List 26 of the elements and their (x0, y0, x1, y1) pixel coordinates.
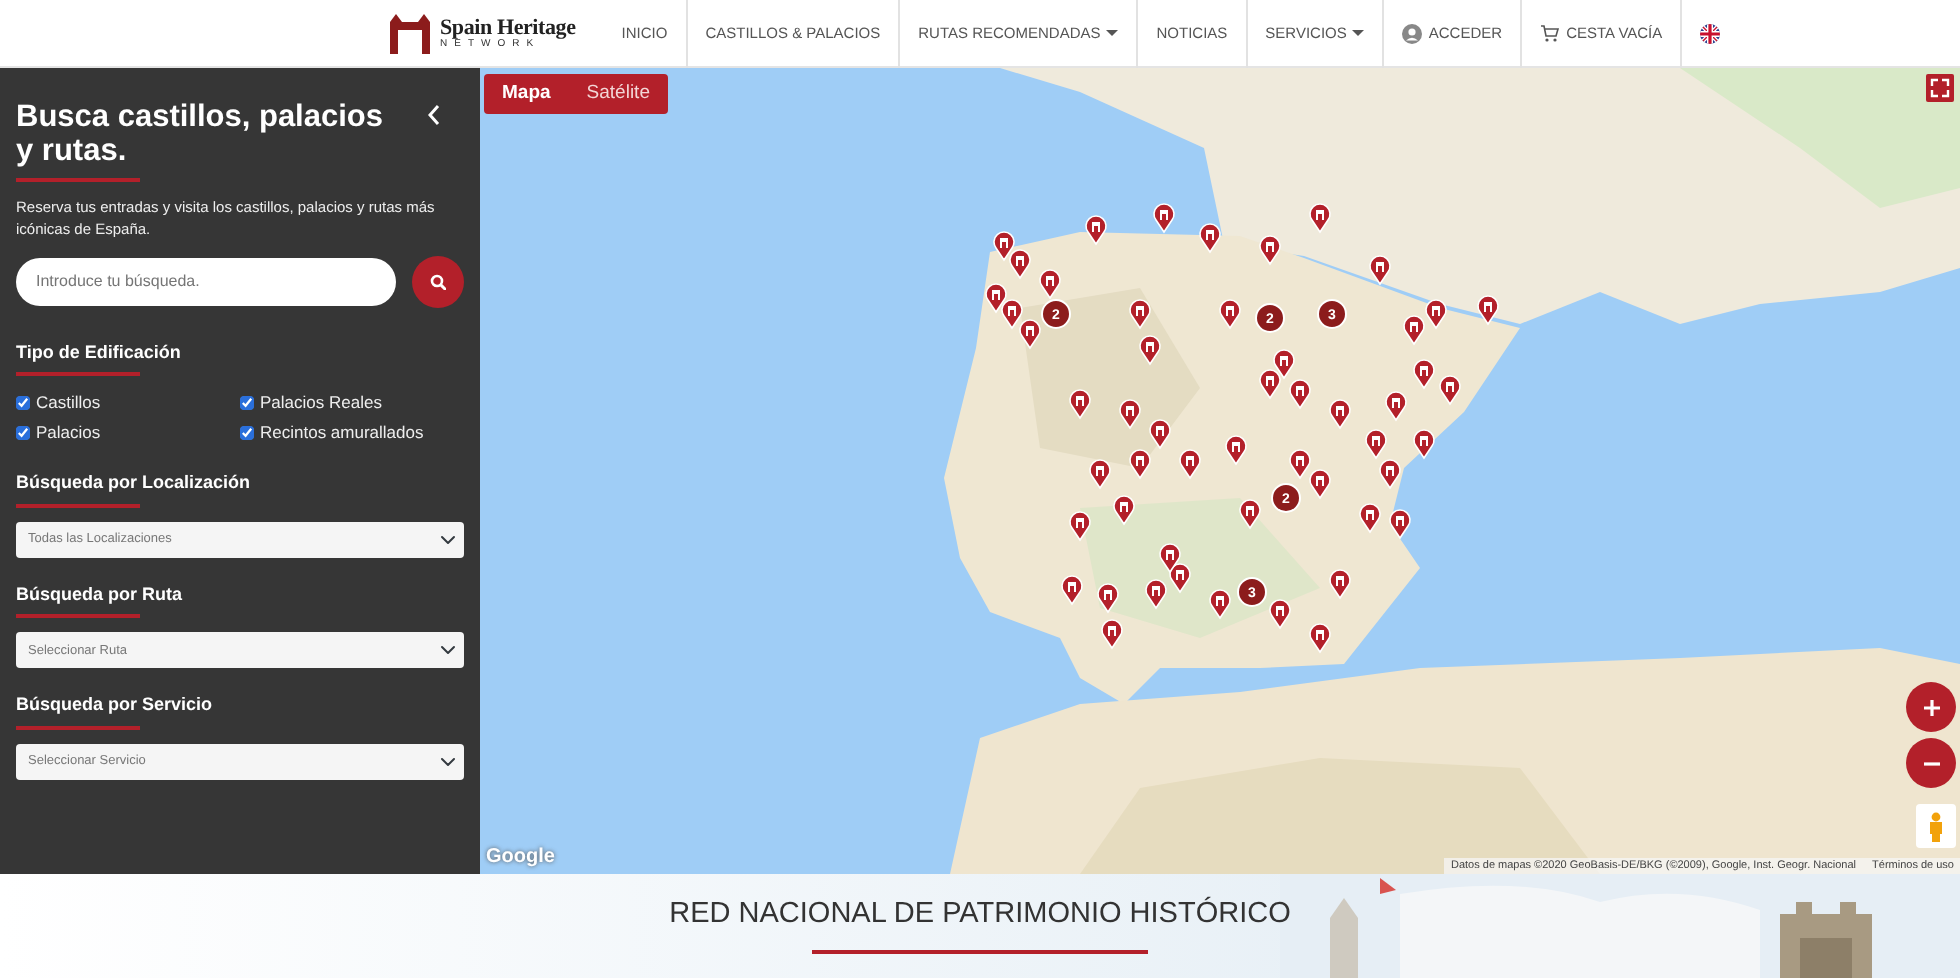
checkbox[interactable] (16, 396, 30, 411)
checkbox-label: Palacios Reales (260, 390, 382, 417)
checkbox-label: Palacios (36, 420, 101, 446)
collapse-button[interactable] (428, 104, 440, 126)
checkbox-label: Recintos amurallados (260, 420, 424, 446)
caret-icon (1352, 30, 1365, 36)
search-button[interactable] (412, 255, 464, 308)
search-field[interactable]: Introduce tu búsqueda. (16, 257, 396, 306)
checkbox[interactable] (240, 426, 254, 441)
cart-icon (1540, 24, 1561, 42)
checkbox[interactable] (240, 396, 254, 411)
section-title: RED NACIONAL DE PATRIMONIO HISTÓRICO (669, 898, 1291, 934)
section-heading: Búsqueda por Localización (16, 471, 253, 494)
castle-logo-icon (388, 9, 432, 57)
section-heading: Búsqueda por Servicio (16, 694, 215, 717)
user-icon (1402, 23, 1423, 43)
chevron-left-icon (428, 104, 440, 126)
checkbox-label: Castillos (36, 390, 101, 417)
checkbox[interactable] (16, 426, 30, 441)
caret-icon (1106, 30, 1119, 36)
section-heading: Tipo de Edificación (16, 341, 183, 363)
search-icon (430, 273, 446, 290)
section-heading: Búsqueda por Ruta (16, 583, 185, 605)
brand-name: Spain Heritage (440, 17, 576, 39)
uk-flag-icon (1700, 23, 1721, 43)
sidebar-title: Busca castillos, palacios y rutas. (16, 100, 386, 169)
